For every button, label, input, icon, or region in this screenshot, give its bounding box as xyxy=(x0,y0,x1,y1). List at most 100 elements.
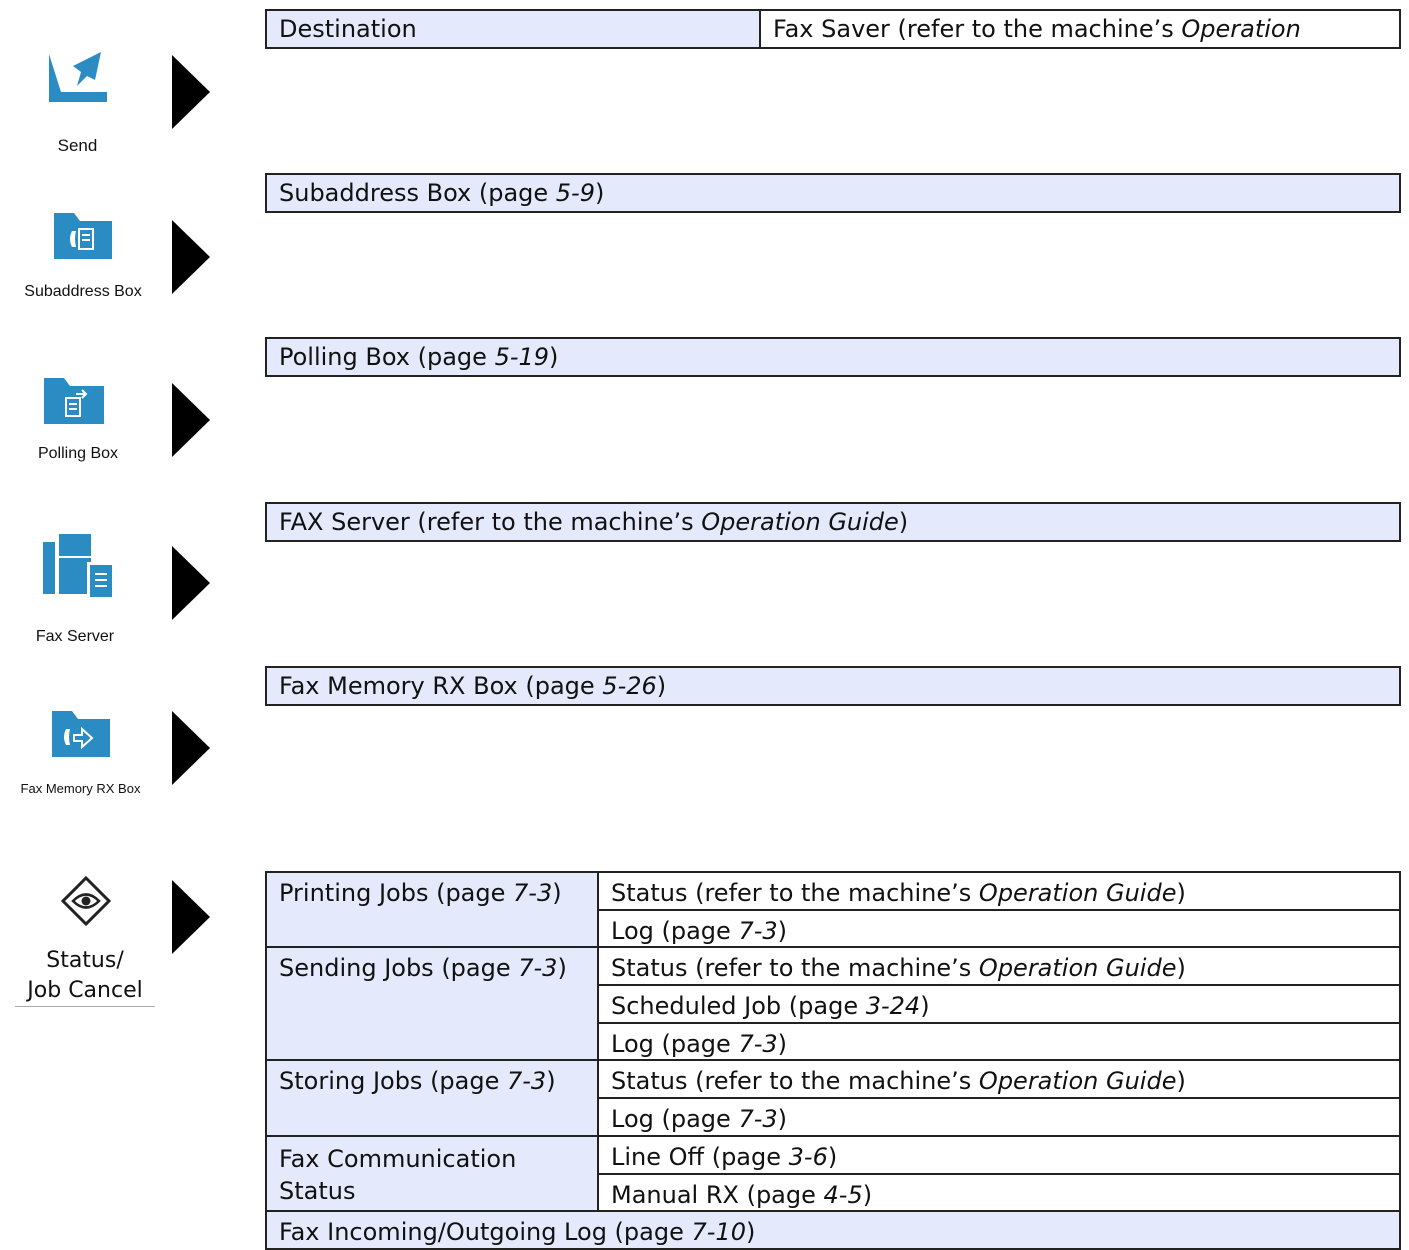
fax-memory-rx-box-shortcut[interactable]: Fax Memory RX Box xyxy=(8,705,153,805)
log-prefix: Log (page xyxy=(611,1029,739,1058)
line-off-prefix: Line Off (page xyxy=(611,1142,789,1171)
log-prefix: Log (page xyxy=(611,1105,739,1134)
line-off-cell[interactable]: Line Off (page 3-6) xyxy=(597,1134,1401,1175)
subaddress-page: 5-9 xyxy=(555,179,595,207)
printing-log-cell[interactable]: Log (page 7-3) xyxy=(597,908,1401,949)
status-prefix: Status (refer to the machine’s xyxy=(611,1067,979,1096)
send-label: Send xyxy=(57,136,98,155)
fax-server-suffix: ) xyxy=(898,508,909,536)
log-suffix: ) xyxy=(777,1105,788,1134)
fax-server-label: Fax Server xyxy=(35,628,115,645)
sending-status-cell[interactable]: Status (refer to the machine’s Operation… xyxy=(597,946,1401,987)
printing-status-cell[interactable]: Status (refer to the machine’s Operation… xyxy=(597,871,1401,911)
sending-log-cell[interactable]: Log (page 7-3) xyxy=(597,1021,1401,1062)
fax-log-cell[interactable]: Fax Incoming/Outgoing Log (page 7-10) xyxy=(265,1210,1401,1250)
storing-jobs-suffix: ) xyxy=(546,1067,556,1096)
fax-server-shortcut[interactable]: Fax Server xyxy=(25,530,125,650)
fax-server-italic: Operation Guide xyxy=(701,508,899,536)
destination-cell[interactable]: Destination xyxy=(267,11,761,47)
polling-suffix: ) xyxy=(549,343,559,371)
destination-label: Destination xyxy=(279,15,417,43)
destination-row: Destination Fax Saver (refer to the mach… xyxy=(265,9,1401,49)
fax-memory-rx-box-row[interactable]: Fax Memory RX Box (page 5-26) xyxy=(265,666,1401,706)
scheduled-suffix: ) xyxy=(920,992,930,1021)
subaddress-box-shortcut[interactable]: Subaddress Box xyxy=(8,205,158,305)
printing-jobs-cell[interactable]: Printing Jobs (page 7-3) xyxy=(265,870,599,949)
status-job-cancel-icon xyxy=(61,876,111,926)
status-suffix: ) xyxy=(1176,1067,1186,1096)
subaddress-box-label: Subaddress Box xyxy=(24,283,142,300)
manual-rx-cell[interactable]: Manual RX (page 4-5) xyxy=(597,1172,1401,1213)
subaddress-box-arrow xyxy=(172,220,210,294)
polling-box-icon xyxy=(44,374,106,426)
manual-rx-page: 4-5 xyxy=(823,1180,863,1209)
status-job-table: Printing Jobs (page 7-3) Status (refer t… xyxy=(265,870,1401,1250)
fax-saver-cell[interactable]: Fax Saver (refer to the machine’s Operat… xyxy=(761,11,1301,47)
subaddress-prefix: Subaddress Box (page xyxy=(279,179,556,207)
sending-jobs-page: 7-3 xyxy=(518,954,558,983)
fax-memory-rx-box-label: Fax Memory RX Box xyxy=(20,781,141,796)
subaddress-box-text: Subaddress Box (page 5-9) xyxy=(267,181,604,205)
status-italic: Operation Guide xyxy=(978,954,1177,983)
fax-server-row[interactable]: FAX Server (refer to the machine’s Opera… xyxy=(265,502,1401,542)
fax-server-prefix: FAX Server (refer to the machine’s xyxy=(279,508,702,536)
polling-box-text: Polling Box (page 5-19) xyxy=(267,345,558,369)
fax-server-arrow xyxy=(172,546,210,620)
fax-memory-suffix: ) xyxy=(656,672,667,700)
polling-prefix: Polling Box (page xyxy=(279,343,495,371)
polling-box-arrow xyxy=(172,383,210,457)
status-job-cancel-shortcut[interactable]: Status/ Job Cancel xyxy=(15,870,155,1010)
status-prefix: Status (refer to the machine’s xyxy=(611,954,979,983)
status-job-cancel-arrow xyxy=(172,880,210,954)
log-page: 7-3 xyxy=(738,1029,778,1058)
status-job-cancel-label-line2: Job Cancel xyxy=(27,978,143,1003)
fax-memory-page: 5-26 xyxy=(602,672,657,700)
status-prefix: Status (refer to the machine’s xyxy=(611,879,979,907)
sending-jobs-cell[interactable]: Sending Jobs (page 7-3) xyxy=(265,946,599,1062)
printing-jobs-prefix: Printing Jobs (page xyxy=(279,879,514,907)
log-page: 7-3 xyxy=(738,1105,778,1134)
line-off-suffix: ) xyxy=(827,1142,838,1171)
storing-jobs-page: 7-3 xyxy=(507,1067,547,1096)
storing-jobs-cell[interactable]: Storing Jobs (page 7-3) xyxy=(265,1059,599,1137)
fax-comm-line2: Status xyxy=(279,1176,356,1205)
storing-jobs-prefix: Storing Jobs (page xyxy=(279,1067,507,1096)
fax-memory-prefix: Fax Memory RX Box (page xyxy=(279,672,603,700)
fax-memory-text: Fax Memory RX Box (page 5-26) xyxy=(267,674,666,698)
send-shortcut[interactable]: Send xyxy=(30,40,125,160)
fax-server-text: FAX Server (refer to the machine’s Opera… xyxy=(267,510,908,534)
fax-server-icon xyxy=(43,532,113,598)
fax-saver-prefix: Fax Saver (refer to the machine’s xyxy=(773,15,1182,43)
fax-memory-rx-box-arrow xyxy=(172,711,210,785)
fax-log-prefix: Fax Incoming/Outgoing Log (page xyxy=(279,1218,692,1247)
printing-jobs-page: 7-3 xyxy=(513,879,553,907)
storing-status-cell[interactable]: Status (refer to the machine’s Operation… xyxy=(597,1059,1401,1100)
subaddress-box-row[interactable]: Subaddress Box (page 5-9) xyxy=(265,173,1401,213)
fax-communication-status-cell[interactable]: Fax Communication Status xyxy=(265,1134,599,1213)
fax-log-suffix: ) xyxy=(745,1218,756,1247)
subaddress-box-icon xyxy=(54,209,114,261)
polling-box-shortcut[interactable]: Polling Box xyxy=(28,370,128,470)
status-italic: Operation Guide xyxy=(978,879,1177,907)
scheduled-prefix: Scheduled Job (page xyxy=(611,992,866,1021)
scheduled-page: 3-24 xyxy=(865,992,921,1021)
send-icon xyxy=(47,48,109,106)
fax-log-page: 7-10 xyxy=(691,1218,746,1247)
printing-jobs-suffix: ) xyxy=(552,879,562,907)
status-label-underline xyxy=(15,1006,155,1007)
sending-jobs-prefix: Sending Jobs (page xyxy=(279,954,519,983)
manual-rx-suffix: ) xyxy=(862,1180,873,1209)
status-suffix: ) xyxy=(1176,879,1186,907)
fax-memory-rx-box-icon xyxy=(52,707,112,759)
polling-box-row[interactable]: Polling Box (page 5-19) xyxy=(265,337,1401,377)
log-page: 7-3 xyxy=(738,916,778,945)
send-arrow xyxy=(172,55,210,129)
polling-box-label: Polling Box xyxy=(37,445,119,462)
line-off-page: 3-6 xyxy=(788,1142,828,1171)
log-suffix: ) xyxy=(777,1029,788,1058)
scheduled-job-cell[interactable]: Scheduled Job (page 3-24) xyxy=(597,984,1401,1024)
fax-comm-line1: Fax Communication xyxy=(279,1144,517,1173)
storing-log-cell[interactable]: Log (page 7-3) xyxy=(597,1097,1401,1137)
fax-saver-italic: Operation xyxy=(1181,15,1301,43)
status-italic: Operation Guide xyxy=(978,1067,1177,1096)
